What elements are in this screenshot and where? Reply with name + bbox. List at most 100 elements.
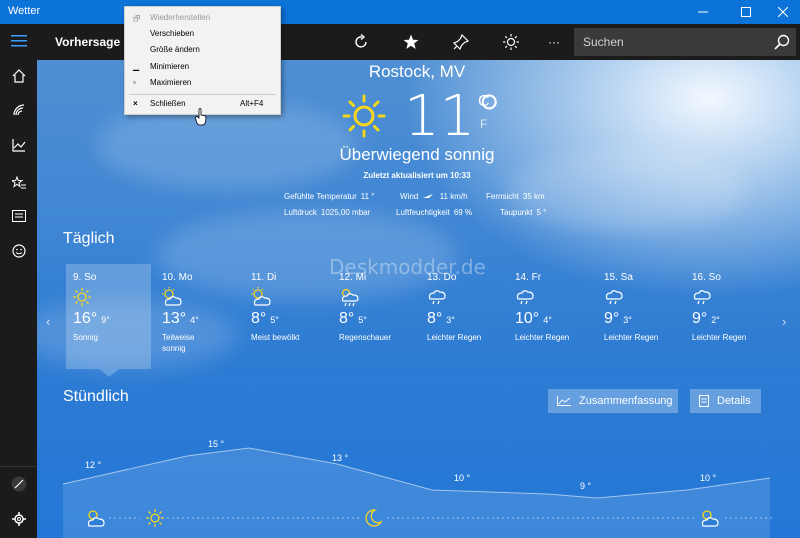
day-high-temp: 9°: [604, 310, 620, 327]
daily-forecast-day[interactable]: 9. So 16° 9° Sonnig: [66, 272, 151, 343]
detail-value: 5 °: [536, 208, 547, 217]
daily-forecast-day[interactable]: 14. Fr 10° 4° Leichter Regen: [508, 272, 593, 343]
mouse-cursor: [195, 108, 207, 126]
nav-theme[interactable]: [0, 467, 37, 501]
sun-icon: [342, 94, 386, 138]
detail-dewpoint: Taupunkt 5 °: [500, 208, 546, 217]
hamburger-icon: [10, 35, 27, 47]
radar-icon: [12, 104, 24, 116]
page-title: Vorhersage: [55, 35, 121, 49]
nav-rail: [0, 24, 37, 538]
forecast-panel: Rostock, MV 11° C F Überwiegend sonnig Z…: [37, 60, 800, 538]
daily-forecast-day[interactable]: 12. Mi 8° 5° Regenschauer: [332, 272, 417, 343]
minimize-button[interactable]: [686, 0, 720, 24]
nav-forecast[interactable]: [0, 59, 37, 93]
detail-feels-like: Gefühlte Temperatur 11 °: [284, 192, 375, 201]
menu-item-restore[interactable]: 🗗 Wiederherstellen: [125, 10, 280, 26]
day-condition: Leichter Regen: [604, 333, 659, 342]
hourly-temp: 15 °: [208, 439, 225, 449]
light-rain-icon: [514, 287, 593, 307]
selected-day-pointer: [99, 369, 119, 377]
unit-fahrenheit[interactable]: F: [480, 117, 487, 131]
menu-item-resize[interactable]: Größe ändern: [125, 42, 280, 58]
menu-separator: [129, 94, 276, 95]
day-name: 9. So: [73, 272, 97, 283]
day-name: 13. Do: [427, 272, 457, 283]
more-button[interactable]: ···: [542, 30, 566, 54]
pin-button[interactable]: [449, 30, 473, 54]
hourly-temp: 12 °: [85, 460, 102, 470]
menu-item-move[interactable]: Verschieben: [125, 26, 280, 42]
search-box: [574, 28, 796, 56]
list-icon: [699, 395, 709, 407]
home-icon: [12, 69, 25, 83]
partly-cloudy-icon: [250, 287, 329, 307]
nav-history[interactable]: [0, 128, 37, 162]
hourly-temp: 10 °: [700, 473, 717, 483]
nav-maps[interactable]: [0, 93, 37, 127]
day-name: 11. Di: [251, 272, 277, 283]
maximize-icon: [741, 7, 751, 17]
hourly-temp: 9 °: [580, 481, 592, 491]
maximize-icon: ▫: [133, 78, 136, 87]
nav-settings[interactable]: [0, 502, 37, 536]
day-condition: Regenschauer: [339, 333, 392, 342]
day-low-temp: 4°: [543, 315, 552, 325]
menu-item-minimize[interactable]: ▁ Minimieren: [125, 59, 280, 75]
day-low-temp: 2°: [711, 315, 720, 325]
detail-label: Taupunkt: [500, 208, 533, 217]
day-low-temp: 9°: [101, 315, 110, 325]
unit-celsius[interactable]: C: [478, 93, 490, 111]
daily-next-arrow[interactable]: ›: [782, 314, 786, 329]
detail-humidity: Luftfeuchtigkeit 69 %: [396, 208, 472, 217]
showers-icon: [338, 287, 417, 307]
search-icon: [774, 34, 790, 50]
detail-label: Luftdruck: [284, 208, 317, 217]
day-low-temp: 5°: [270, 315, 279, 325]
daily-forecast-day[interactable]: 15. Sa 9° 3° Leichter Regen: [597, 272, 682, 343]
window-context-menu: 🗗 Wiederherstellen Verschieben Größe änd…: [124, 6, 281, 115]
favorite-button[interactable]: [399, 30, 423, 54]
gear-icon: [11, 512, 26, 526]
menu-item-maximize[interactable]: ▫ Maximieren: [125, 75, 280, 91]
light-rain-icon: [603, 287, 682, 307]
day-condition: Leichter Regen: [515, 333, 570, 342]
brightness-button[interactable]: [499, 30, 523, 54]
day-name: 15. Sa: [604, 272, 633, 283]
maximize-button[interactable]: [729, 0, 763, 24]
search-input[interactable]: [574, 28, 764, 56]
sun-icon: [72, 287, 151, 307]
chart-icon: [11, 139, 25, 152]
daily-forecast-day[interactable]: 10. Mo 13° 4° Teilweise sonnig: [155, 272, 240, 354]
detail-value: 11 km/h: [439, 192, 468, 201]
daily-prev-arrow[interactable]: ‹: [46, 314, 50, 329]
close-icon: [778, 7, 788, 17]
last-updated: Zuletzt aktualisiert um 10:33: [363, 171, 471, 180]
cloud-decor: [507, 150, 747, 230]
daily-forecast-day[interactable]: 16. So 9° 2° Leichter Regen: [685, 272, 770, 343]
nav-feedback[interactable]: [0, 234, 37, 268]
minimize-icon: ▁: [133, 62, 140, 71]
detail-label: Gefühlte Temperatur: [284, 192, 357, 201]
location-name: Rostock, MV: [368, 62, 466, 81]
detail-value: 35 km: [522, 192, 545, 201]
summary-button[interactable]: Zusammenfassung: [548, 389, 678, 413]
restore-icon: 🗗: [133, 14, 141, 23]
star-list-icon: [11, 176, 26, 189]
daily-forecast-day[interactable]: 13. Do 8° 3° Leichter Regen: [420, 272, 505, 343]
light-rain-icon: [691, 287, 770, 307]
search-button[interactable]: [772, 32, 792, 52]
hourly-section-title: Stündlich: [63, 388, 129, 405]
refresh-button[interactable]: [349, 30, 373, 54]
day-name: 16. So: [692, 272, 721, 283]
nav-favorites[interactable]: [0, 166, 37, 200]
nav-news[interactable]: [0, 199, 37, 233]
close-button[interactable]: [766, 0, 800, 24]
sun-outline-icon: [503, 34, 519, 50]
light-rain-icon: [426, 287, 505, 307]
day-high-temp: 8°: [251, 310, 267, 327]
daily-forecast-day[interactable]: 11. Di 8° 5° Meist bewölkt: [244, 272, 329, 343]
day-high-temp: 8°: [339, 310, 355, 327]
details-button[interactable]: Details: [690, 389, 761, 413]
hamburger-menu-button[interactable]: [0, 24, 37, 58]
